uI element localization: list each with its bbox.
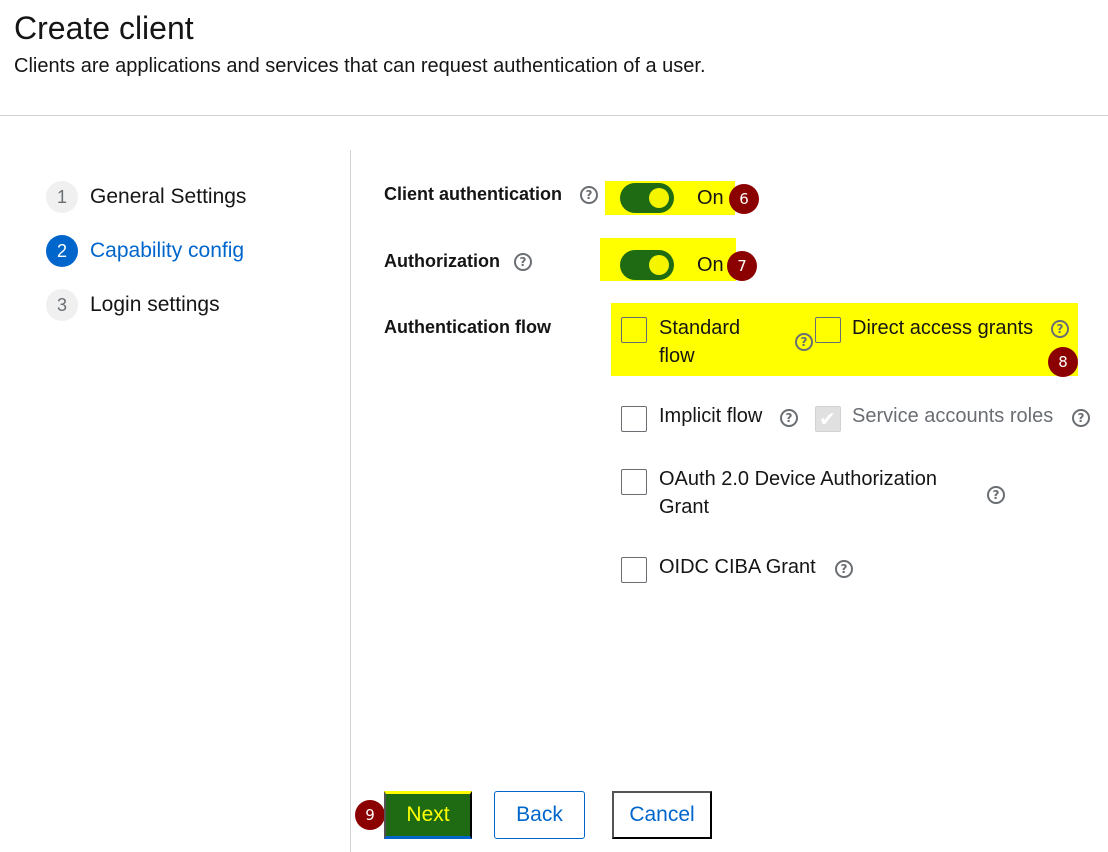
- direct-access-grants-checkbox[interactable]: [815, 317, 841, 343]
- page-subtitle: Clients are applications and services th…: [14, 55, 706, 77]
- annotation-badge-9: 9: [355, 800, 385, 830]
- wizard-step-capability-config[interactable]: 2 Capability config: [46, 235, 244, 267]
- toggle-knob: [649, 255, 669, 275]
- step-number: 3: [46, 289, 78, 321]
- help-icon[interactable]: ?: [1051, 320, 1069, 338]
- implicit-flow-checkbox[interactable]: [621, 406, 647, 432]
- annotation-badge-6: 6: [729, 184, 759, 214]
- check-icon: ✔: [819, 407, 836, 431]
- help-icon[interactable]: ?: [514, 253, 532, 271]
- oauth-device-authorization-checkbox[interactable]: [621, 469, 647, 495]
- help-icon[interactable]: ?: [795, 333, 813, 351]
- cancel-button[interactable]: Cancel: [612, 791, 712, 839]
- step-number: 2: [46, 235, 78, 267]
- toggle-knob: [649, 188, 669, 208]
- authorization-state: On: [697, 254, 724, 276]
- authorization-label: Authorization: [384, 251, 500, 271]
- oidc-ciba-grant-checkbox[interactable]: [621, 557, 647, 583]
- standard-flow-label: Standard: [659, 317, 741, 339]
- oauth-device-authorization-label-line2: Grant: [659, 496, 710, 518]
- help-icon[interactable]: ?: [987, 486, 1005, 504]
- help-icon[interactable]: ?: [835, 560, 853, 578]
- client-authentication-label: Client authentication: [384, 184, 563, 204]
- wizard-step-login-settings[interactable]: 3 Login settings: [46, 289, 220, 321]
- vertical-divider: [350, 150, 351, 852]
- wizard-step-general-settings[interactable]: 1 General Settings: [46, 181, 246, 213]
- step-label: Capability config: [90, 239, 245, 262]
- annotation-badge-8: 8: [1048, 347, 1078, 377]
- help-icon[interactable]: ?: [1072, 409, 1090, 427]
- service-accounts-roles-checkbox[interactable]: ✔: [815, 406, 841, 432]
- authorization-toggle[interactable]: [620, 250, 674, 280]
- back-button[interactable]: Back: [494, 791, 585, 839]
- oauth-device-authorization-label: OAuth 2.0 Device Authorization: [659, 468, 937, 490]
- direct-access-grants-label: Direct access grants: [852, 317, 1034, 339]
- help-icon[interactable]: ?: [580, 186, 598, 204]
- page-header: Create client Clients are applications a…: [0, 0, 1108, 116]
- annotation-badge-7: 7: [727, 251, 757, 281]
- standard-flow-checkbox[interactable]: [621, 317, 647, 343]
- authentication-flow-label: Authentication flow: [384, 317, 551, 337]
- page-title: Create client: [14, 10, 194, 46]
- next-button[interactable]: Next: [384, 791, 472, 839]
- client-authentication-toggle[interactable]: [620, 183, 674, 213]
- step-label: General Settings: [90, 185, 247, 208]
- client-authentication-state: On: [697, 187, 724, 209]
- step-number: 1: [46, 181, 78, 213]
- help-icon[interactable]: ?: [780, 409, 798, 427]
- standard-flow-label-line2: flow: [659, 345, 695, 367]
- oidc-ciba-grant-label: OIDC CIBA Grant: [659, 556, 816, 578]
- implicit-flow-label: Implicit flow: [659, 405, 763, 427]
- service-accounts-roles-label: Service accounts roles: [852, 405, 1054, 427]
- step-label: Login settings: [90, 293, 220, 316]
